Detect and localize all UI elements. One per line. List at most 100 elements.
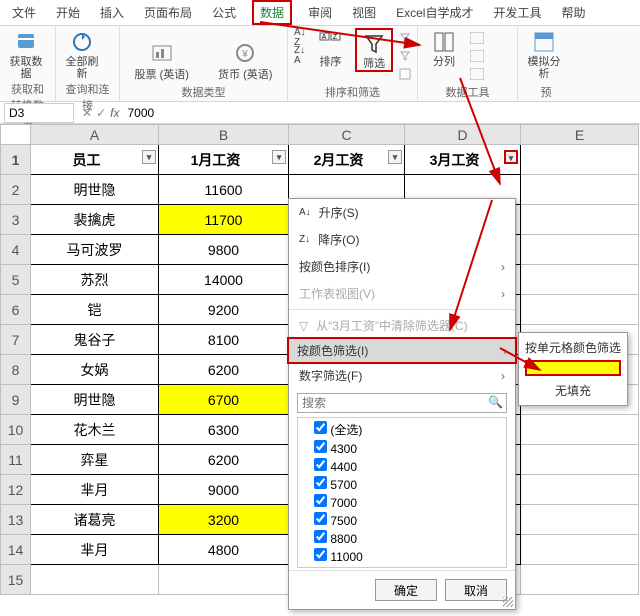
cell[interactable] — [521, 505, 639, 535]
filter-check-item[interactable]: 4300 — [302, 439, 502, 457]
cell[interactable]: 诸葛亮 — [31, 505, 159, 535]
tab-layout[interactable]: 页面布局 — [140, 0, 196, 25]
sort-asc-button[interactable]: A↓Z — [294, 30, 306, 46]
number-filter-item[interactable]: 数字筛选(F)› — [289, 362, 515, 389]
filter-check-item[interactable]: 8800 — [302, 529, 502, 547]
cell[interactable]: 明世隐 — [31, 175, 159, 205]
col-header-E[interactable]: E — [521, 125, 639, 145]
remove-dup-button[interactable] — [470, 48, 484, 64]
cell[interactable]: 裴擒虎 — [31, 205, 159, 235]
filter-dropdown-icon[interactable]: ▾ — [142, 150, 156, 164]
cell[interactable]: 马可波罗 — [31, 235, 159, 265]
filter-search-input[interactable] — [297, 393, 507, 413]
tab-data[interactable]: 数据 — [252, 0, 292, 25]
ok-button[interactable]: 确定 — [375, 579, 437, 601]
col-header-D[interactable]: D — [405, 125, 521, 145]
name-box[interactable]: D3 — [4, 103, 74, 123]
cell[interactable]: 14000 — [159, 265, 289, 295]
row-header[interactable]: 5 — [1, 265, 31, 295]
cell[interactable]: 芈月 — [31, 535, 159, 565]
cell[interactable]: 6200 — [159, 355, 289, 385]
cancel-button[interactable]: 取消 — [445, 579, 507, 601]
tab-home[interactable]: 开始 — [52, 0, 84, 25]
row-header[interactable]: 1 — [1, 145, 31, 175]
cell[interactable]: 6200 — [159, 445, 289, 475]
filter-check-item[interactable]: 5700 — [302, 475, 502, 493]
cell[interactable]: 8100 — [159, 325, 289, 355]
resize-grip[interactable] — [503, 597, 513, 607]
filter-check-all[interactable]: (全选) — [302, 420, 502, 439]
row-header[interactable]: 7 — [1, 325, 31, 355]
cell[interactable]: 9800 — [159, 235, 289, 265]
row-header[interactable]: 2 — [1, 175, 31, 205]
row-header[interactable]: 8 — [1, 355, 31, 385]
cell[interactable] — [521, 145, 639, 175]
tab-dev[interactable]: 开发工具 — [489, 0, 545, 25]
cell[interactable]: 2月工资▾ — [289, 145, 405, 175]
filter-check-item[interactable]: 4400 — [302, 457, 502, 475]
filter-button[interactable]: 筛选 — [355, 28, 393, 72]
reapply-button[interactable] — [399, 48, 411, 64]
tab-help[interactable]: 帮助 — [558, 0, 590, 25]
fx-icon[interactable]: fx — [110, 106, 119, 120]
get-data-button[interactable]: 获取数 据 — [6, 28, 46, 80]
cell[interactable]: 3200 — [159, 505, 289, 535]
col-header-B[interactable]: B — [159, 125, 289, 145]
whatif-button[interactable]: 模拟分析 — [524, 28, 564, 80]
cell[interactable] — [521, 265, 639, 295]
row-header[interactable]: 13 — [1, 505, 31, 535]
tab-file[interactable]: 文件 — [8, 0, 40, 25]
tab-selfstudy[interactable]: Excel自学成才 — [392, 0, 477, 25]
stocks-button[interactable]: 股票 (英语) — [126, 42, 198, 82]
row-header[interactable]: 11 — [1, 445, 31, 475]
cell[interactable]: 1月工资▾ — [159, 145, 289, 175]
text-to-columns-button[interactable]: 分列 — [424, 28, 464, 68]
row-header[interactable]: 9 — [1, 385, 31, 415]
cell[interactable]: 11600 — [159, 175, 289, 205]
enter-formula-button[interactable]: ✓ — [96, 106, 106, 120]
sort-desc-button[interactable]: Z↓A — [294, 48, 306, 64]
clear-filter-button[interactable] — [399, 30, 411, 46]
cell[interactable]: 弈星 — [31, 445, 159, 475]
row-header[interactable]: 12 — [1, 475, 31, 505]
cell[interactable]: 6700 — [159, 385, 289, 415]
cell[interactable]: 11700 — [159, 205, 289, 235]
row-header[interactable]: 15 — [1, 565, 31, 595]
cell[interactable] — [521, 205, 639, 235]
cell[interactable]: 明世隐 — [31, 385, 159, 415]
refresh-all-button[interactable]: 全部刷新 — [62, 28, 102, 80]
filter-check-item[interactable]: 11000 — [302, 547, 502, 565]
cell[interactable]: 9200 — [159, 295, 289, 325]
tab-review[interactable]: 审阅 — [304, 0, 336, 25]
cell[interactable]: 4800 — [159, 535, 289, 565]
cell[interactable]: 9000 — [159, 475, 289, 505]
filter-dropdown-icon[interactable]: ▾ — [504, 150, 518, 164]
filter-dropdown-icon[interactable]: ▾ — [272, 150, 286, 164]
sort-by-color-item[interactable]: 按颜色排序(I)› — [289, 253, 515, 280]
filter-check-item[interactable]: 7000 — [302, 493, 502, 511]
col-header-C[interactable]: C — [289, 125, 405, 145]
cell[interactable] — [521, 175, 639, 205]
cell[interactable] — [521, 235, 639, 265]
validation-button[interactable] — [470, 66, 484, 82]
sort-button[interactable]: AZ 排序 — [312, 28, 350, 68]
filter-by-color-item[interactable]: 按颜色筛选(I)› — [287, 337, 517, 364]
cell[interactable]: 鬼谷子 — [31, 325, 159, 355]
filter-value-list[interactable]: (全选) 4300 4400 5700 7000 7500 8800 11000 — [297, 417, 507, 568]
filter-dropdown-icon[interactable]: ▾ — [388, 150, 402, 164]
cell[interactable]: 苏烈 — [31, 265, 159, 295]
currency-button[interactable]: ¥ 货币 (英语) — [210, 42, 282, 82]
row-header[interactable]: 4 — [1, 235, 31, 265]
row-header[interactable]: 10 — [1, 415, 31, 445]
no-fill-item[interactable]: 无填充 — [525, 380, 621, 401]
col-header-A[interactable]: A — [31, 125, 159, 145]
color-swatch-yellow[interactable] — [525, 360, 621, 376]
cell[interactable]: 铠 — [31, 295, 159, 325]
select-all-corner[interactable] — [1, 125, 31, 145]
cell[interactable] — [521, 535, 639, 565]
row-header[interactable]: 14 — [1, 535, 31, 565]
cell[interactable] — [521, 295, 639, 325]
cell[interactable]: 花木兰 — [31, 415, 159, 445]
cell[interactable]: 女娲 — [31, 355, 159, 385]
cancel-formula-button[interactable]: ✕ — [82, 106, 92, 120]
